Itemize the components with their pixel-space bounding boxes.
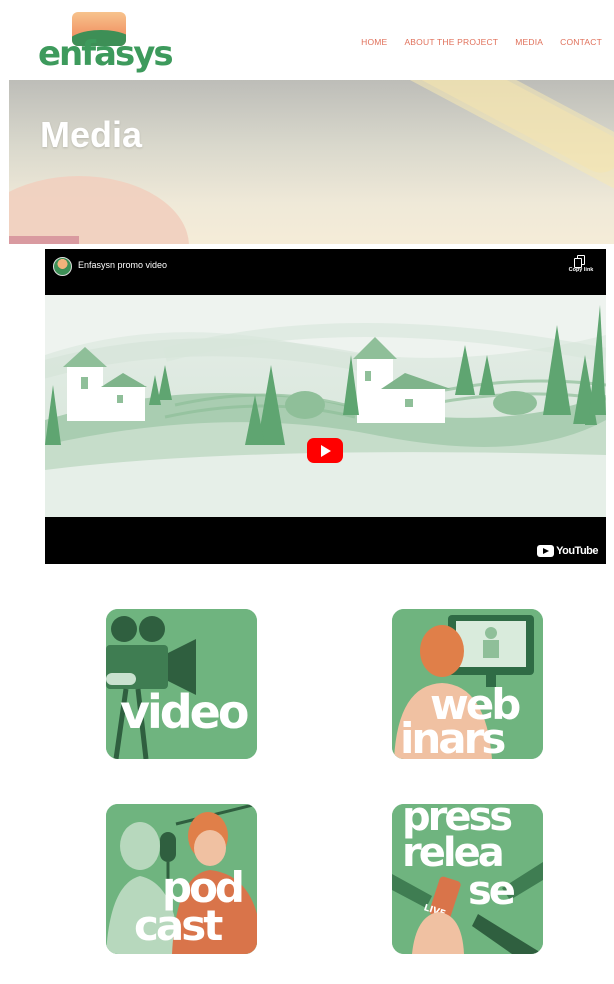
video-thumbnail[interactable] (45, 295, 606, 517)
youtube-icon (537, 545, 555, 557)
copy-icon (574, 255, 585, 268)
media-tile-podcast[interactable]: pod cast (106, 804, 257, 954)
youtube-logo[interactable]: YouTube (537, 545, 598, 557)
site-header: enfasys HOME ABOUT THE PROJECT MEDIA CON… (0, 0, 614, 80)
tile-label-press-3: se (468, 868, 516, 914)
media-tile-video[interactable]: video (106, 609, 257, 759)
hero-decoration (9, 236, 79, 244)
nav-item-home[interactable]: HOME (361, 37, 387, 47)
tile-label-podcast-2: cast (134, 901, 223, 950)
tile-label-webinars-2: inars (400, 714, 506, 759)
nav-item-about[interactable]: ABOUT THE PROJECT (404, 37, 498, 47)
hero-decoration (287, 80, 614, 244)
page-title: Media (40, 114, 143, 155)
video-top-bar: Enfasysn promo video Copy link (45, 249, 606, 295)
enfasys-logo[interactable]: enfasys (38, 12, 174, 74)
nav-item-media[interactable]: MEDIA (515, 37, 543, 47)
hero-decoration (9, 176, 189, 244)
youtube-play-icon[interactable] (307, 438, 343, 463)
nav-item-contact[interactable]: CONTACT (560, 37, 602, 47)
video-title[interactable]: Enfasysn promo video (78, 260, 167, 270)
copy-link-button[interactable]: Copy link (566, 255, 596, 273)
youtube-wordmark: YouTube (556, 545, 598, 557)
media-tile-press-release[interactable]: LIVE press relea se (392, 804, 543, 954)
landscape-illustration (45, 295, 606, 517)
media-tile-webinars[interactable]: web inars (392, 609, 543, 759)
video-bottom-bar: YouTube (45, 517, 606, 564)
hero-banner: Media (9, 80, 614, 244)
tile-label-press-2: relea (402, 830, 505, 876)
logo-text: enfasys (38, 34, 174, 74)
youtube-embed[interactable]: Enfasysn promo video Copy link YouTube (45, 249, 606, 564)
channel-avatar[interactable] (53, 257, 72, 276)
tile-label-video: video (120, 685, 249, 739)
main-nav: HOME ABOUT THE PROJECT MEDIA CONTACT (361, 37, 602, 47)
